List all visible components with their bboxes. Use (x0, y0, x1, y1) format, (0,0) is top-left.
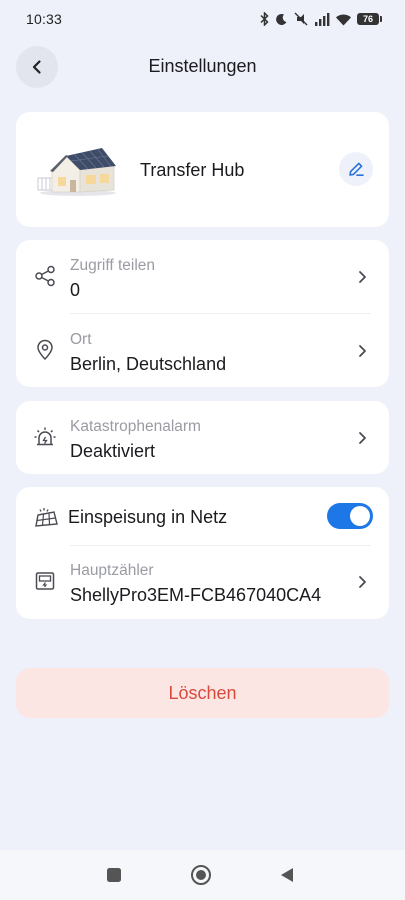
chevron-right-icon (359, 271, 366, 283)
alarm-light-icon (34, 427, 56, 446)
delete-button[interactable]: Löschen (16, 668, 389, 718)
edit-button[interactable] (339, 152, 373, 186)
pencil-icon (349, 162, 364, 176)
disaster-alarm-label: Katastrophenalarm (70, 418, 201, 435)
share-access-row[interactable]: Zugriff teilen 0 (16, 240, 389, 314)
battery-icon: 76 (357, 13, 382, 25)
grid-feed-card: Einspeisung in Netz Hauptzähler ShellyPr… (16, 487, 389, 619)
disaster-alarm-row[interactable]: Katastrophenalarm Deaktiviert (16, 401, 389, 474)
grid-feed-toggle[interactable] (327, 503, 373, 529)
chevron-right-icon (359, 432, 366, 444)
location-label: Ort (70, 331, 92, 348)
recents-button[interactable] (102, 863, 126, 887)
share-access-value: 0 (70, 280, 81, 300)
location-pin-icon (37, 339, 53, 361)
bluetooth-icon (260, 12, 269, 26)
device-name: Transfer Hub (140, 160, 245, 180)
chevron-right-icon (359, 345, 366, 357)
share-access-label: Zugriff teilen (70, 257, 156, 274)
status-icons: 76 (259, 12, 382, 26)
alarm-card: Katastrophenalarm Deaktiviert (16, 401, 389, 474)
location-row[interactable]: Ort Berlin, Deutschland (16, 314, 389, 388)
grid-feed-row: Einspeisung in Netz (16, 487, 389, 545)
disaster-alarm-value: Deaktiviert (70, 441, 156, 461)
status-time: 10:33 (26, 11, 63, 27)
share-location-card: Zugriff teilen 0 Ort Berlin, Deutschland (16, 240, 389, 387)
chevron-right-icon (359, 576, 366, 588)
toggle-knob (350, 506, 370, 526)
triangle-back-icon (281, 868, 293, 882)
status-bar: 10:33 76 (0, 0, 405, 38)
mute-icon (294, 12, 308, 26)
square-icon (107, 868, 121, 882)
solar-panel-icon (35, 508, 58, 527)
location-value: Berlin, Deutschland (70, 354, 227, 374)
back-nav-button[interactable] (275, 863, 299, 887)
share-icon (35, 265, 55, 287)
main-meter-value: ShellyPro3EM-FCB467040CA4 (70, 585, 322, 605)
meter-icon (35, 572, 55, 590)
main-meter-row[interactable]: Hauptzähler ShellyPro3EM-FCB467040CA4 (16, 545, 389, 619)
system-nav-bar (0, 850, 405, 900)
header: Einstellungen (0, 44, 405, 90)
main-meter-label: Hauptzähler (70, 562, 154, 579)
device-card: Transfer Hub (16, 112, 389, 227)
page-title: Einstellungen (148, 56, 257, 76)
grid-feed-label: Einspeisung in Netz (68, 507, 228, 527)
signal-icon (315, 12, 330, 26)
home-button[interactable] (189, 863, 213, 887)
house-solar-icon (37, 148, 116, 196)
wifi-icon (336, 14, 351, 25)
home-circle-icon (191, 865, 211, 885)
moon-icon (276, 13, 287, 25)
